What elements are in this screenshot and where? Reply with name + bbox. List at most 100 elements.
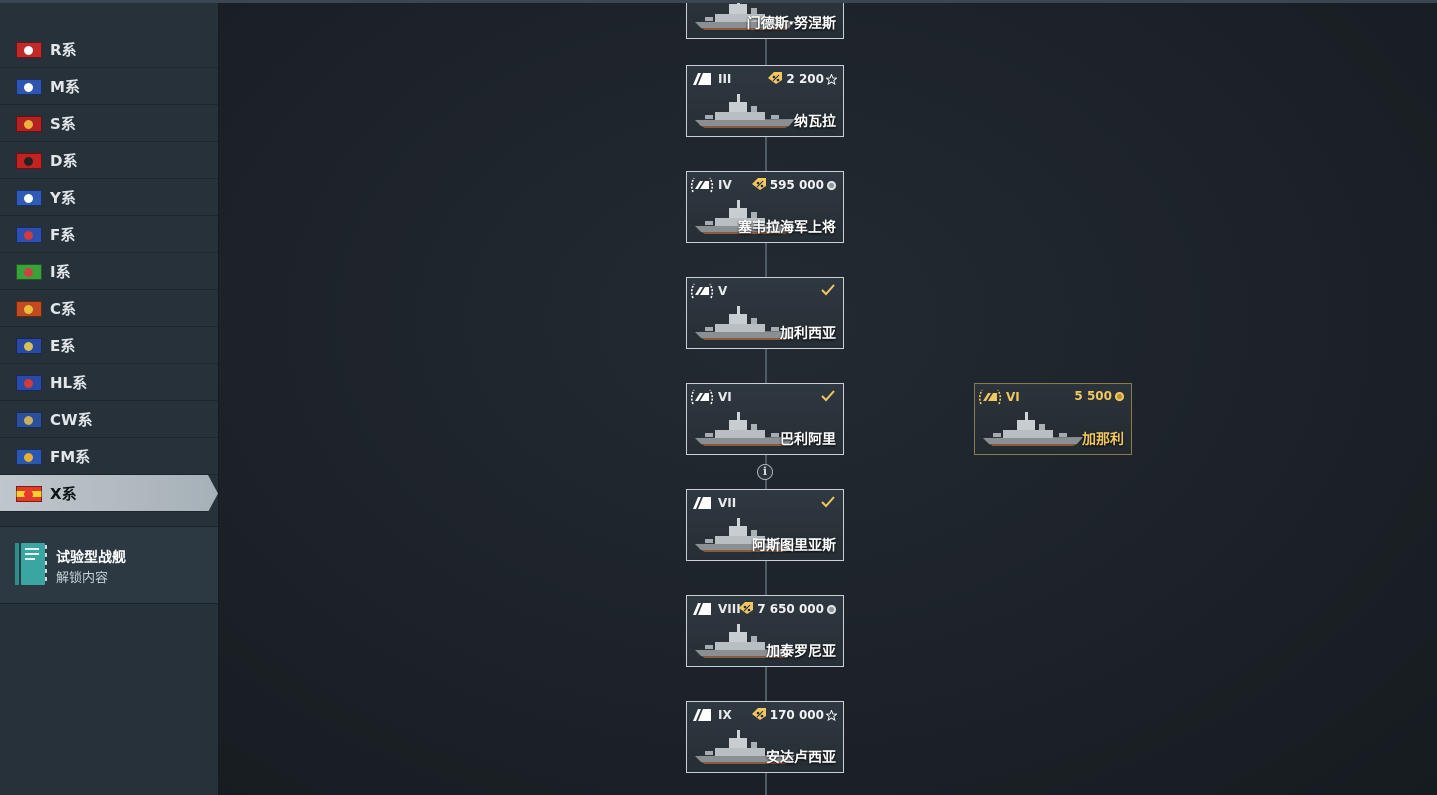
nation-label: X系 xyxy=(50,485,77,503)
nation-label: C系 xyxy=(50,300,77,318)
flag-emblem-icon xyxy=(24,416,33,425)
ship-tier: VI xyxy=(1006,390,1020,404)
price-value: 170 000 xyxy=(769,708,824,722)
nation-item[interactable]: E系 xyxy=(0,327,218,364)
price-value: 595 000 xyxy=(769,178,824,192)
ship-card[interactable]: VI 巴利阿里 xyxy=(686,383,844,455)
xp-star-icon xyxy=(826,74,837,85)
ship-tier: IX xyxy=(718,708,732,722)
flag-emblem-icon xyxy=(24,83,33,92)
doubloons-icon xyxy=(1114,391,1125,402)
ship-tier: III xyxy=(718,72,732,86)
nation-flag-icon xyxy=(16,412,42,428)
destroyer-class-icon xyxy=(693,73,711,85)
discount-tag-icon xyxy=(751,178,766,190)
ship-price: 2 200 xyxy=(765,71,837,86)
researched-check-icon xyxy=(821,390,835,402)
ship-name: 纳瓦拉 xyxy=(794,114,836,130)
nation-flag-icon xyxy=(16,190,42,206)
credits-icon xyxy=(826,180,837,191)
book-icon xyxy=(15,543,47,585)
nation-flag-icon xyxy=(16,79,42,95)
nation-sidebar: R系 M系 S系 D系 Y系 F系 I系 C系 E系 HL系 CW系 FM系 X系 xyxy=(0,3,219,795)
ship-tier: VII xyxy=(718,496,737,510)
ship-name: 加泰罗尼亚 xyxy=(766,644,836,660)
tech-tree-area: i 门德斯·努涅斯 III 2 200 纳瓦拉 IV 595 000 塞韦拉海军上将 V 加利西… xyxy=(219,3,1437,795)
ship-price: 595 000 xyxy=(749,177,837,192)
info-icon[interactable]: i xyxy=(757,464,773,480)
discount-tag-icon xyxy=(751,708,766,720)
ship-name: 阿斯图里亚斯 xyxy=(752,538,836,554)
ship-price: 7 650 000 xyxy=(736,601,837,616)
nation-item[interactable]: X系 xyxy=(0,475,218,512)
destroyer-class-icon xyxy=(690,177,714,193)
nation-item[interactable]: I系 xyxy=(0,253,218,290)
flag-emblem-icon xyxy=(24,120,33,129)
nation-label: R系 xyxy=(50,41,77,59)
flag-emblem-icon xyxy=(24,231,33,240)
ship-image xyxy=(695,94,795,128)
nation-label: Y系 xyxy=(50,189,76,207)
researched-check-icon xyxy=(821,496,835,508)
nation-item[interactable]: M系 xyxy=(0,68,218,105)
xp-star-icon xyxy=(826,710,837,721)
ship-card[interactable]: VII 阿斯图里亚斯 xyxy=(686,489,844,561)
ship-card[interactable]: III 2 200 纳瓦拉 xyxy=(686,65,844,137)
price-value: 7 650 000 xyxy=(757,602,824,616)
nation-item[interactable]: D系 xyxy=(0,142,218,179)
premium-ship-card[interactable]: VI 5 500 加那利 xyxy=(974,383,1132,455)
nation-flag-icon xyxy=(16,449,42,465)
credits-icon xyxy=(826,604,837,615)
researched-check-icon xyxy=(821,284,835,296)
nation-item[interactable]: F系 xyxy=(0,216,218,253)
destroyer-class-icon xyxy=(690,389,714,405)
flag-emblem-icon xyxy=(24,379,33,388)
price-value: 5 500 xyxy=(1074,389,1112,403)
ship-tier: VI xyxy=(718,390,732,404)
flag-emblem-icon xyxy=(24,305,33,314)
nation-label: HL系 xyxy=(50,374,88,392)
nation-flag-icon xyxy=(16,153,42,169)
destroyer-class-icon xyxy=(693,709,711,721)
nation-flag-icon xyxy=(16,264,42,280)
ship-name: 加利西亚 xyxy=(780,326,836,342)
ship-price: 170 000 xyxy=(749,707,837,722)
nation-item[interactable]: HL系 xyxy=(0,364,218,401)
nation-flag-icon xyxy=(16,338,42,354)
ship-name: 加那利 xyxy=(1082,432,1124,448)
nation-label: E系 xyxy=(50,337,76,355)
ship-price: 5 500 xyxy=(1074,389,1125,403)
ship-card[interactable]: VIII 7 650 000 加泰罗尼亚 xyxy=(686,595,844,667)
flag-emblem-icon xyxy=(24,490,33,499)
nation-item[interactable]: CW系 xyxy=(0,401,218,438)
ship-card[interactable]: IX 170 000 安达卢西亚 xyxy=(686,701,844,773)
nation-label: D系 xyxy=(50,152,78,170)
ship-card[interactable]: 门德斯·努涅斯 xyxy=(686,3,844,39)
nation-item[interactable]: S系 xyxy=(0,105,218,142)
ship-tier: IV xyxy=(718,178,732,192)
ship-name: 门德斯·努涅斯 xyxy=(746,16,836,32)
experimental-subtitle: 解锁内容 xyxy=(56,571,109,586)
nation-label: FM系 xyxy=(50,448,91,466)
nation-flag-icon xyxy=(16,375,42,391)
destroyer-class-icon xyxy=(978,389,1002,405)
destroyer-class-icon xyxy=(693,497,711,509)
ship-card[interactable]: V 加利西亚 xyxy=(686,277,844,349)
discount-tag-icon xyxy=(768,72,783,84)
nation-item[interactable]: Y系 xyxy=(0,179,218,216)
flag-emblem-icon xyxy=(24,157,33,166)
nation-item[interactable]: FM系 xyxy=(0,438,218,475)
experimental-title: 试验型战舰 xyxy=(56,550,126,566)
flag-emblem-icon xyxy=(24,268,33,277)
experimental-ships-entry[interactable]: 试验型战舰 解锁内容 xyxy=(0,526,218,604)
nation-item[interactable]: R系 xyxy=(0,31,218,68)
ship-name: 安达卢西亚 xyxy=(766,750,836,766)
ship-image xyxy=(983,412,1083,446)
discount-tag-icon xyxy=(739,602,754,614)
nation-label: M系 xyxy=(50,78,80,96)
flag-emblem-icon xyxy=(24,342,33,351)
nation-item[interactable]: C系 xyxy=(0,290,218,327)
destroyer-class-icon xyxy=(693,603,711,615)
ship-card[interactable]: IV 595 000 塞韦拉海军上将 xyxy=(686,171,844,243)
price-value: 2 200 xyxy=(786,72,824,86)
